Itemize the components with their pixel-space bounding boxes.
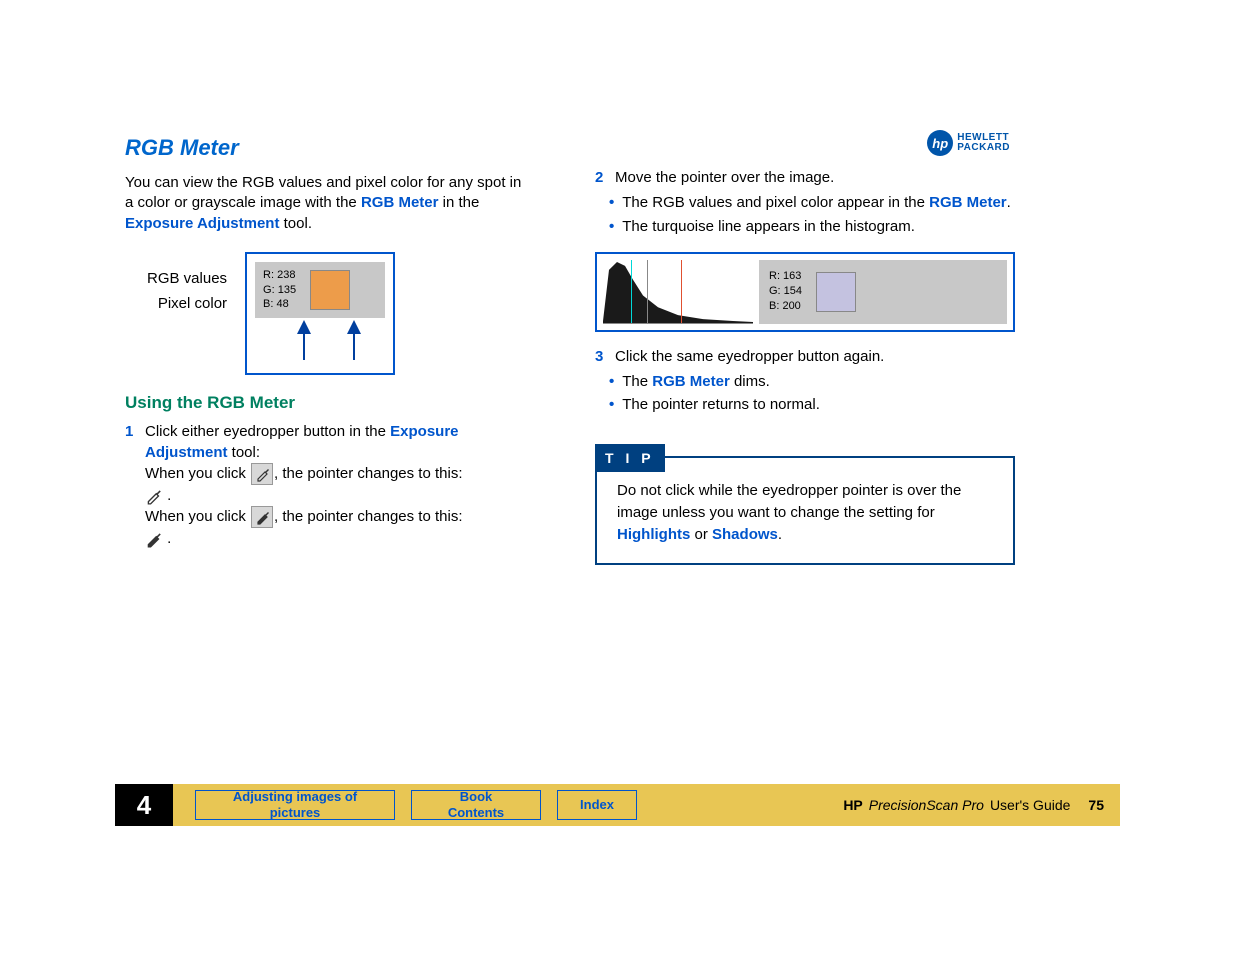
tip-box: T I P Do not click while the eyedropper … <box>595 456 1015 565</box>
footer-hp: HP <box>843 797 862 813</box>
figure-label-rgb-values: RGB values <box>147 270 227 287</box>
eyedropper-black-pointer-icon <box>145 530 163 548</box>
chapter-number: 4 <box>115 784 173 826</box>
rgb2-g: G: 154 <box>769 284 802 299</box>
histogram-turquoise-line <box>631 260 632 323</box>
section-title: RGB Meter <box>125 135 525 161</box>
rgb2-b: B: 200 <box>769 299 802 314</box>
rgb-g-value: G: 135 <box>263 283 296 298</box>
eyedropper-white-button[interactable] <box>251 463 273 485</box>
bullet2a-b: . <box>1007 194 1011 211</box>
figure-label-pixel-color: Pixel color <box>147 295 227 312</box>
eyedropper-white-pointer-icon <box>145 487 163 505</box>
step-number-1: 1 <box>125 421 137 549</box>
link-rgb-meter-3[interactable]: RGB Meter <box>652 373 730 390</box>
step-number-2: 2 <box>595 167 607 188</box>
line1-c: . <box>163 487 171 504</box>
tip-label: T I P <box>595 444 665 472</box>
link-rgb-meter-2[interactable]: RGB Meter <box>929 194 1007 211</box>
histogram-chart <box>603 260 753 324</box>
link-highlights[interactable]: Highlights <box>617 526 690 543</box>
footer-guide: User's Guide <box>990 797 1070 813</box>
bullet3a-a: The <box>622 373 652 390</box>
eyedropper-black-button[interactable] <box>251 506 273 528</box>
bullet-icon: • <box>609 192 614 214</box>
page-number: 75 <box>1088 797 1104 813</box>
subsection-title: Using the RGB Meter <box>125 393 525 413</box>
step1-text-b: tool: <box>228 444 261 461</box>
intro-paragraph: You can view the RGB values and pixel co… <box>125 173 525 234</box>
tip-text-a: Do not click while the eyedropper pointe… <box>617 482 961 521</box>
step-number-3: 3 <box>595 346 607 367</box>
tip-text-b: or <box>690 526 712 543</box>
step2-text: Move the pointer over the image. <box>615 167 1015 188</box>
hp-logo-mark: hp <box>927 130 953 156</box>
line2-a: When you click <box>145 508 250 525</box>
bullet3a-b: dims. <box>730 373 770 390</box>
hp-brand-2: PACKARD <box>957 143 1010 153</box>
rgb2-r: R: 163 <box>769 269 802 284</box>
rgb-meter-figure: RGB values Pixel color R: 238 G: 135 B: … <box>147 252 525 376</box>
hp-logo: hp HEWLETT PACKARD <box>927 130 1010 156</box>
tip-text-c: . <box>778 526 782 543</box>
page-footer: 4 Adjusting images of pictures Book Cont… <box>115 784 1120 826</box>
intro-text-c: tool. <box>279 215 312 232</box>
book-contents-button[interactable]: Book Contents <box>411 790 541 820</box>
pixel-color-swatch-2 <box>816 272 856 312</box>
footer-section-button[interactable]: Adjusting images of pictures <box>195 790 395 820</box>
link-rgb-meter[interactable]: RGB Meter <box>361 194 439 211</box>
bullet-icon: • <box>609 216 614 238</box>
link-exposure-adjustment[interactable]: Exposure Adjustment <box>125 215 279 232</box>
line2-c: . <box>163 530 171 547</box>
rgb-b-value: B: 48 <box>263 297 296 312</box>
index-button[interactable]: Index <box>557 790 637 820</box>
arrow-icon <box>347 320 361 334</box>
pixel-color-swatch <box>310 270 350 310</box>
arrow-icon <box>297 320 311 334</box>
line1-a: When you click <box>145 465 250 482</box>
bullet2a-a: The RGB values and pixel color appear in… <box>622 194 929 211</box>
histogram-figure: R: 163 G: 154 B: 200 <box>595 252 1015 332</box>
footer-product: PrecisionScan Pro <box>869 797 984 813</box>
link-shadows[interactable]: Shadows <box>712 526 778 543</box>
step3-text: Click the same eyedropper button again. <box>615 346 1015 367</box>
bullet-icon: • <box>609 394 614 416</box>
intro-text-b: in the <box>438 194 479 211</box>
bullet-icon: • <box>609 371 614 393</box>
line1-b: , the pointer changes to this: <box>274 465 462 482</box>
bullet3b: The pointer returns to normal. <box>622 394 820 416</box>
rgb-r-value: R: 238 <box>263 268 296 283</box>
rgb-meter-inline: R: 163 G: 154 B: 200 <box>759 260 1007 324</box>
line2-b: , the pointer changes to this: <box>274 508 462 525</box>
histogram-gray-line <box>647 260 648 323</box>
step1-text-a: Click either eyedropper button in the <box>145 423 390 440</box>
rgb-meter-box: R: 238 G: 135 B: 48 <box>245 252 395 376</box>
bullet2b: The turquoise line appears in the histog… <box>622 216 915 238</box>
histogram-red-line <box>681 260 682 323</box>
